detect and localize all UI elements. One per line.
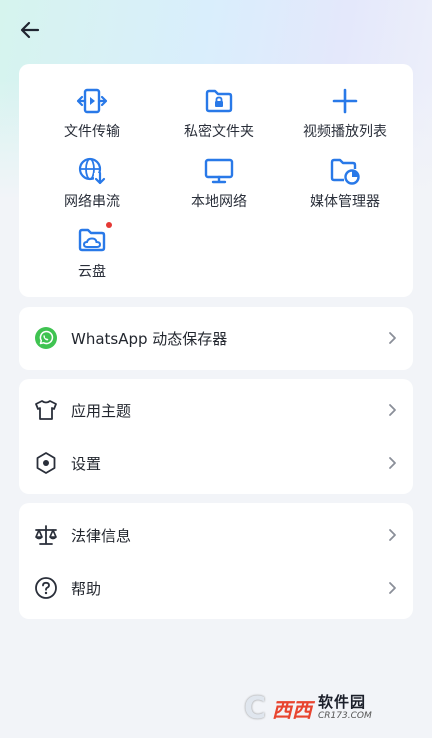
watermark-text: 软件园 CR173.COM — [318, 695, 372, 721]
chevron-right-icon — [383, 526, 401, 544]
monitor-icon — [203, 155, 235, 187]
watermark-name: 软件园 — [318, 693, 367, 711]
arrow-left-icon — [20, 21, 40, 39]
chevron-right-icon — [383, 401, 401, 419]
chevron-right-icon — [383, 579, 401, 597]
whatsapp-status-saver-item[interactable]: WhatsApp 动态保存器 — [19, 312, 413, 364]
legal-info-label: 法律信息 — [71, 526, 132, 545]
notification-dot — [106, 222, 112, 228]
file-transfer-icon — [76, 85, 108, 117]
chevron-right-icon — [383, 329, 401, 347]
chevron-right-icon — [383, 454, 401, 472]
private-folder-icon — [203, 85, 235, 117]
network-stream-icon — [76, 155, 108, 187]
feature-label: 云盘 — [78, 264, 106, 280]
media-manager-icon — [329, 155, 361, 187]
feature-media-manager[interactable]: 媒体管理器 — [285, 155, 405, 215]
settings-label: 设置 — [71, 454, 102, 473]
feature-network-stream[interactable]: 网络串流 — [32, 155, 152, 215]
tshirt-icon — [33, 397, 59, 423]
help-item[interactable]: 帮助 — [19, 562, 413, 614]
preferences-card: 应用主题 设置 — [19, 379, 413, 494]
hexagon-settings-icon — [33, 450, 59, 476]
info-card: 法律信息 帮助 — [19, 503, 413, 619]
settings-item[interactable]: 设置 — [19, 437, 413, 489]
whatsapp-card: WhatsApp 动态保存器 — [19, 307, 413, 370]
whatsapp-icon — [33, 325, 59, 351]
plus-icon — [329, 85, 361, 117]
help-label: 帮助 — [71, 579, 102, 598]
feature-label: 媒体管理器 — [310, 194, 380, 210]
cloud-folder-icon — [76, 222, 112, 257]
app-theme-item[interactable]: 应用主题 — [19, 384, 413, 436]
watermark-url: CR173.COM — [318, 711, 372, 721]
feature-label: 文件传输 — [64, 124, 120, 140]
watermark-brand: 西西 — [272, 697, 312, 722]
feature-label: 本地网络 — [191, 194, 247, 210]
legal-info-item[interactable]: 法律信息 — [19, 509, 413, 561]
whatsapp-label: WhatsApp 动态保存器 — [71, 329, 228, 348]
feature-label: 网络串流 — [64, 194, 120, 210]
scale-icon — [33, 522, 59, 548]
feature-local-network[interactable]: 本地网络 — [159, 155, 279, 215]
help-circle-icon — [33, 575, 59, 601]
feature-file-transfer[interactable]: 文件传输 — [32, 85, 152, 145]
feature-video-playlist[interactable]: 视频播放列表 — [285, 85, 405, 145]
back-button[interactable] — [14, 14, 46, 46]
features-card: 文件传输 私密文件夹 视频播放列表 网络串流 本地网络 媒体管理器 云盘 — [19, 64, 413, 297]
feature-private-folder[interactable]: 私密文件夹 — [159, 85, 279, 145]
feature-label: 视频播放列表 — [303, 124, 387, 140]
app-theme-label: 应用主题 — [71, 401, 132, 420]
watermark-logo: C 西西 软件园 CR173.COM — [232, 688, 412, 728]
feature-label: 私密文件夹 — [184, 124, 254, 140]
feature-cloud-drive[interactable]: 云盘 — [32, 222, 152, 285]
